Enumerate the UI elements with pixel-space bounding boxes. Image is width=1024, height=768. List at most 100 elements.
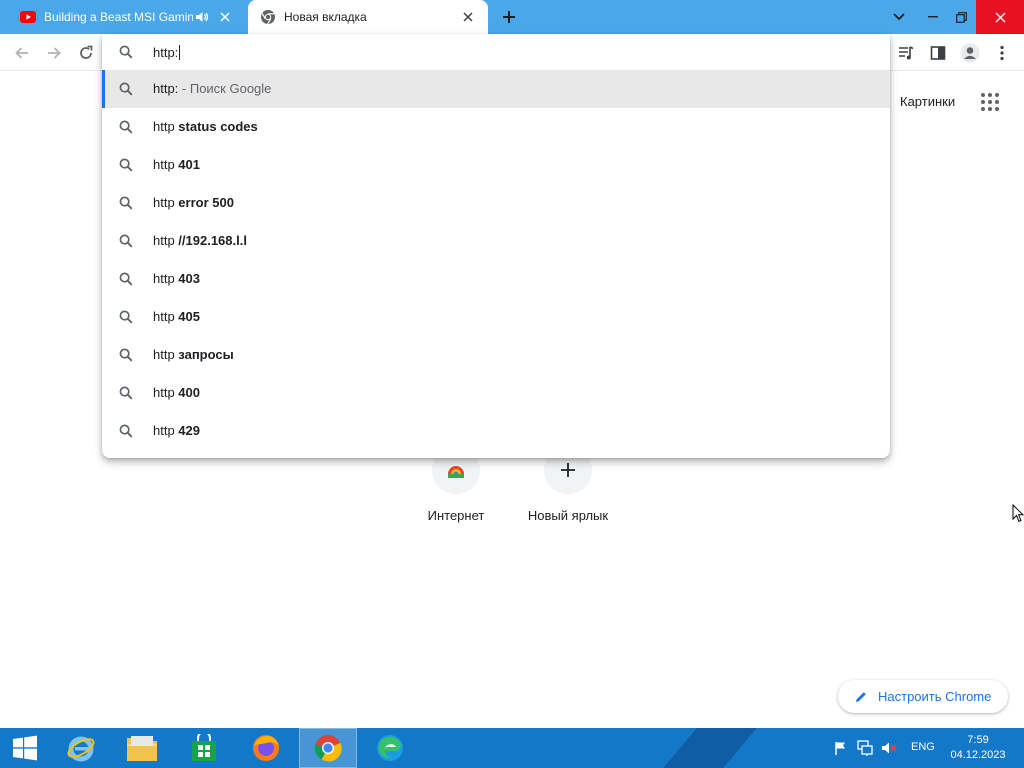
restore-button[interactable] bbox=[944, 0, 978, 34]
pencil-icon bbox=[856, 691, 866, 702]
mouse-cursor-icon bbox=[1012, 503, 1024, 527]
search-icon bbox=[119, 158, 133, 175]
omnibox-suggestion[interactable]: http 400 bbox=[102, 374, 890, 412]
suggestion-text: http 400 bbox=[153, 385, 200, 400]
search-icon bbox=[119, 348, 133, 365]
minimize-icon bbox=[928, 16, 938, 18]
firefox-icon[interactable] bbox=[237, 728, 295, 768]
suggestion-prefix: http bbox=[153, 271, 179, 286]
google-apps-icon[interactable] bbox=[978, 90, 1002, 114]
shortcut-add[interactable]: Новый ярлык bbox=[518, 446, 618, 536]
arrow-left-icon bbox=[15, 47, 28, 59]
search-icon bbox=[119, 386, 133, 403]
network-icon[interactable] bbox=[857, 740, 873, 756]
suggestion-text: http запросы bbox=[153, 347, 234, 362]
flag-icon[interactable] bbox=[833, 740, 849, 756]
arrow-right-icon bbox=[48, 47, 61, 59]
suggestion-text: http error 500 bbox=[153, 195, 234, 210]
shortcut-label: Новый ярлык bbox=[527, 508, 609, 523]
suggestion-completion: 429 bbox=[178, 423, 200, 438]
customize-chrome-button[interactable]: Настроить Chrome bbox=[838, 680, 1008, 713]
suggestion-completion: запросы bbox=[178, 347, 234, 362]
back-button[interactable] bbox=[9, 40, 35, 66]
omnibox-suggestion[interactable]: http 401 bbox=[102, 146, 890, 184]
close-icon bbox=[220, 12, 230, 22]
menu-button[interactable] bbox=[989, 40, 1015, 66]
images-link[interactable]: Картинки bbox=[900, 94, 955, 109]
reload-icon bbox=[80, 45, 93, 59]
close-window-button[interactable] bbox=[976, 0, 1024, 34]
speaker-muted-icon[interactable] bbox=[881, 740, 897, 756]
suggestion-source: - Поиск Google bbox=[178, 81, 272, 96]
suggestion-prefix: http bbox=[153, 347, 179, 362]
search-icon bbox=[119, 234, 133, 251]
search-icon bbox=[119, 424, 133, 441]
more-vertical-icon bbox=[1000, 45, 1004, 61]
clock-time: 7:59 bbox=[967, 734, 989, 746]
tab-close-button[interactable] bbox=[215, 7, 235, 27]
omnibox-input-row[interactable]: http: bbox=[102, 34, 890, 70]
suggestion-completion: status codes bbox=[178, 119, 258, 134]
chrome-icon[interactable] bbox=[299, 728, 357, 768]
omnibox-input[interactable]: http: bbox=[153, 43, 181, 61]
tab-close-button[interactable] bbox=[458, 7, 478, 27]
suggestion-completion: //192.168.l.l bbox=[178, 233, 247, 248]
suggestion-text: http 429 bbox=[153, 423, 200, 438]
system-clock[interactable]: 7:59 04.12.2023 bbox=[944, 733, 1012, 763]
speaker-icon[interactable] bbox=[193, 9, 211, 25]
avatar-icon bbox=[960, 43, 980, 63]
suggestion-completion: error 500 bbox=[178, 195, 234, 210]
close-icon bbox=[995, 12, 1005, 22]
internet-explorer-icon[interactable] bbox=[52, 728, 110, 768]
omnibox-suggestion[interactable]: http 403 bbox=[102, 260, 890, 298]
omnibox-suggestion[interactable]: http error 500 bbox=[102, 184, 890, 222]
file-explorer-icon[interactable] bbox=[113, 728, 171, 768]
suggestion-text: http: - Поиск Google bbox=[153, 81, 271, 96]
suggestion-prefix: http bbox=[153, 385, 179, 400]
close-icon bbox=[463, 12, 473, 22]
language-indicator[interactable]: ENG bbox=[911, 741, 935, 753]
shortcut-internet[interactable]: Интернет bbox=[406, 446, 506, 536]
suggestion-completion: 401 bbox=[178, 157, 200, 172]
reload-button[interactable] bbox=[73, 40, 99, 66]
windows-taskbar: ENG 7:59 04.12.2023 bbox=[0, 728, 1024, 768]
omnibox-suggestion[interactable]: http status codes bbox=[102, 108, 890, 146]
forward-button[interactable] bbox=[41, 40, 67, 66]
suggestion-text: http status codes bbox=[153, 119, 258, 134]
suggestion-prefix: http bbox=[153, 195, 179, 210]
profile-button[interactable] bbox=[957, 40, 983, 66]
tab-search-button[interactable] bbox=[882, 0, 916, 34]
omnibox-suggestion[interactable]: http 429 bbox=[102, 412, 890, 450]
store-icon[interactable] bbox=[175, 728, 233, 768]
search-icon bbox=[119, 120, 133, 137]
suggestion-text: http 403 bbox=[153, 271, 200, 286]
suggestion-prefix: http bbox=[153, 233, 179, 248]
suggestion-completion: 400 bbox=[178, 385, 200, 400]
shortcut-label: Интернет bbox=[427, 508, 485, 523]
edge-icon[interactable] bbox=[361, 728, 419, 768]
tab-title: Новая вкладка bbox=[284, 10, 367, 24]
search-icon bbox=[119, 196, 133, 213]
suggestion-prefix: http bbox=[153, 119, 179, 134]
media-control-button[interactable] bbox=[893, 40, 919, 66]
new-tab-button[interactable] bbox=[498, 6, 520, 28]
windows-logo-icon bbox=[13, 735, 37, 761]
media-playlist-icon bbox=[899, 46, 914, 60]
suggestion-text: http 401 bbox=[153, 157, 200, 172]
tab-new-tab[interactable]: Новая вкладка bbox=[248, 0, 488, 34]
suggestion-text: http 405 bbox=[153, 309, 200, 324]
omnibox-suggestion[interactable]: http //192.168.l.l bbox=[102, 222, 890, 260]
side-panel-button[interactable] bbox=[925, 40, 951, 66]
tab-strip: Building a Beast MSI Gaming Новая вкладк… bbox=[0, 0, 1024, 34]
omnibox-dropdown: http: http: - Поиск Google http status co… bbox=[102, 34, 890, 458]
taskbar-decoration bbox=[663, 728, 757, 768]
suggestion-prefix: http bbox=[153, 309, 179, 324]
omnibox-suggestion[interactable]: http 405 bbox=[102, 298, 890, 336]
omnibox-suggestion[interactable]: http запросы bbox=[102, 336, 890, 374]
search-icon bbox=[119, 45, 133, 62]
tab-youtube[interactable]: Building a Beast MSI Gaming bbox=[8, 0, 245, 34]
start-button[interactable] bbox=[0, 728, 50, 768]
suggestion-completion: 405 bbox=[178, 309, 200, 324]
omnibox-suggestion[interactable]: http: - Поиск Google bbox=[102, 70, 890, 108]
plus-icon bbox=[503, 11, 515, 23]
